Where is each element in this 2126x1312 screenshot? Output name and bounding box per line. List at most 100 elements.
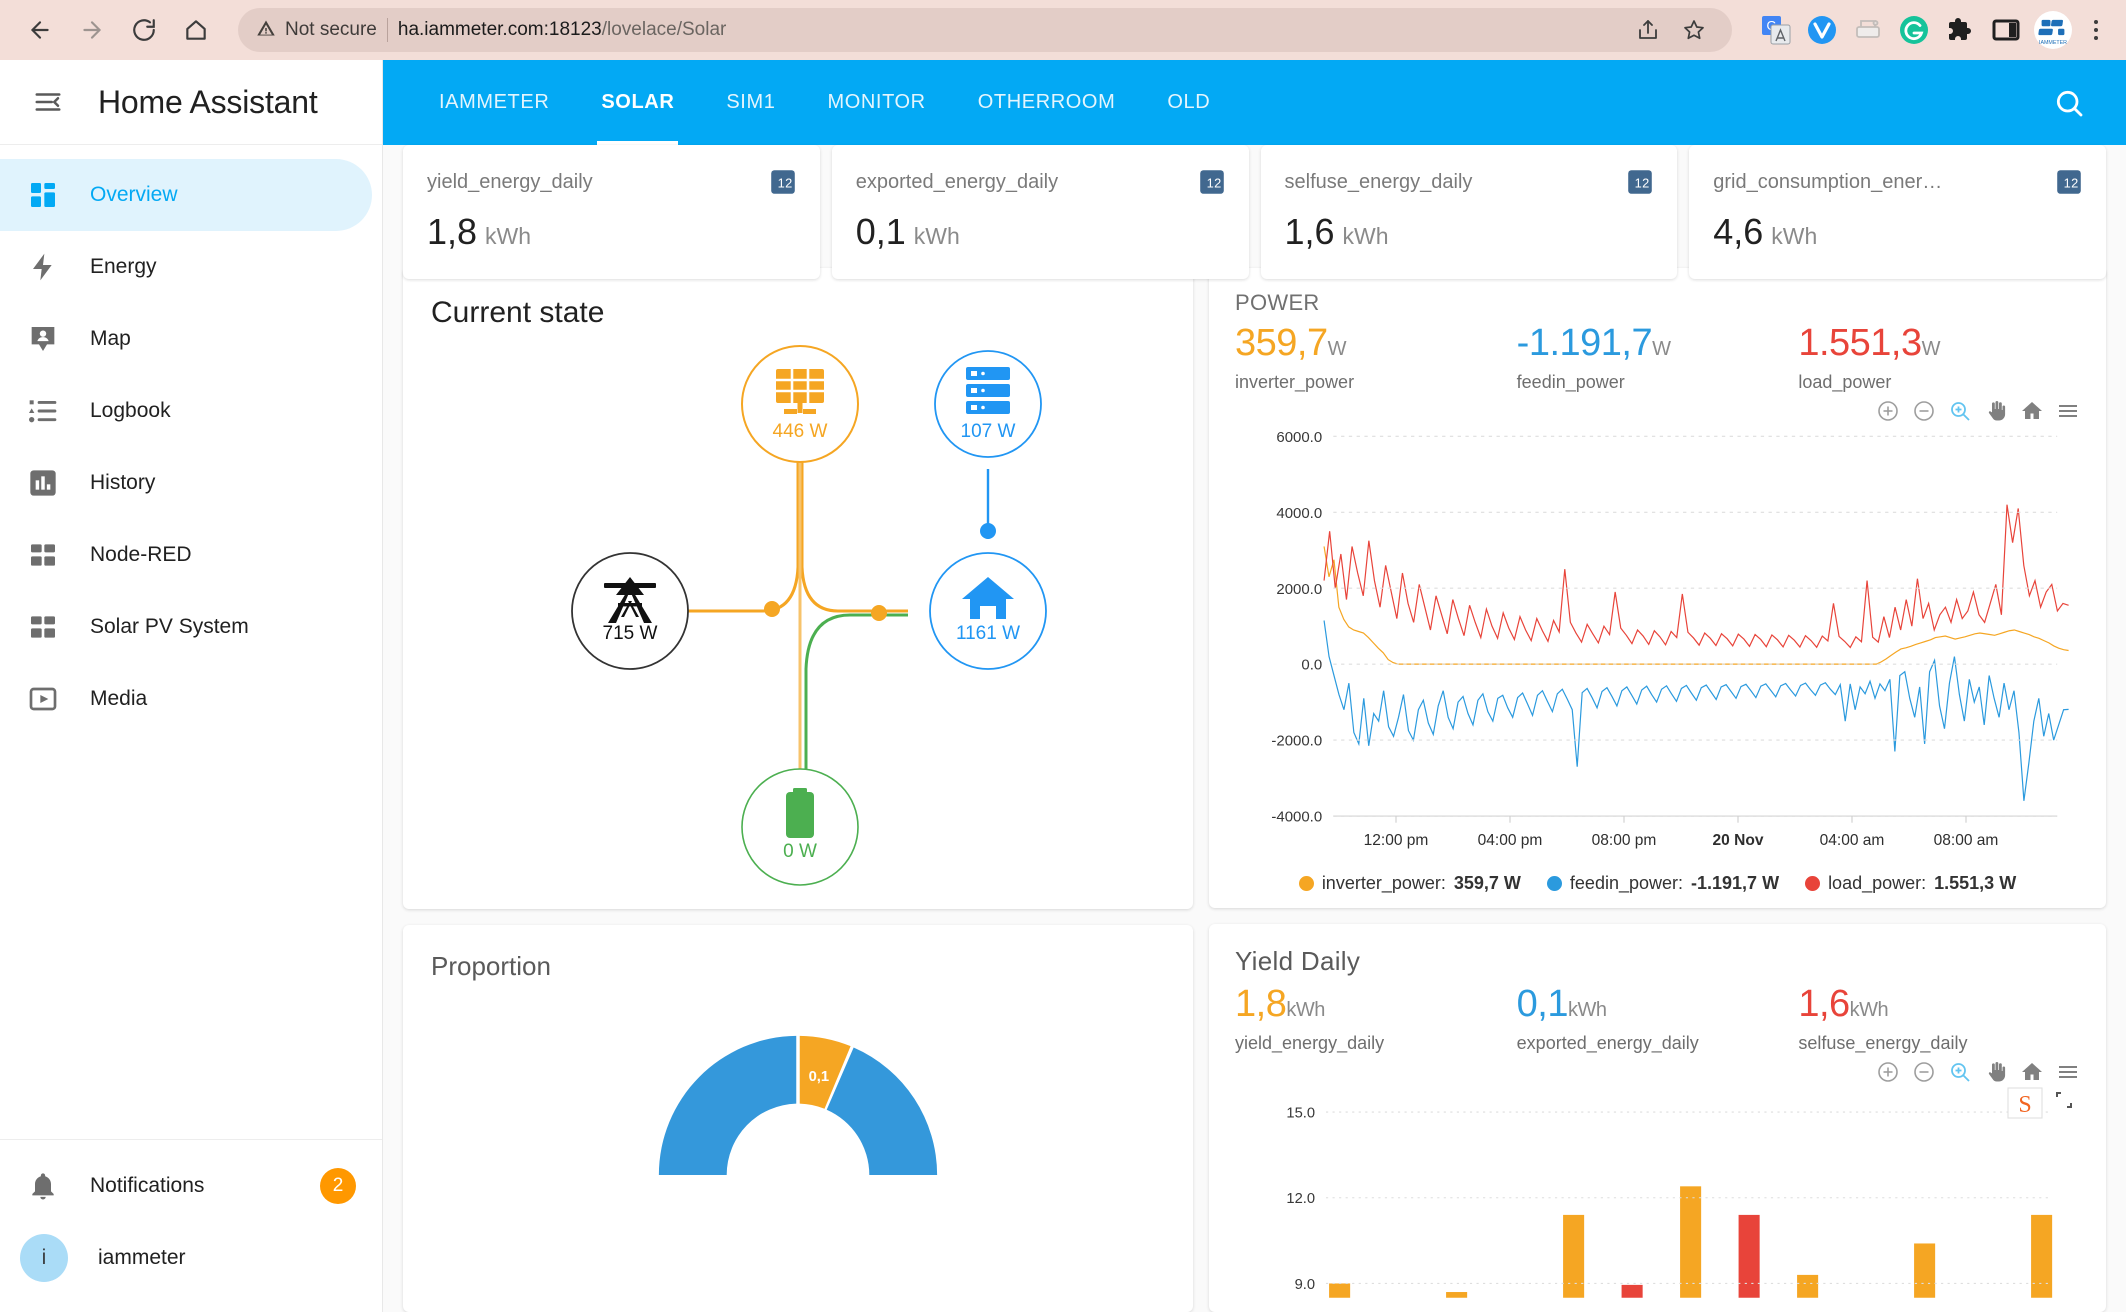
stat-card-value: 4,6 xyxy=(1713,211,1764,252)
map-marker-account-icon xyxy=(26,322,60,356)
power-plot-area[interactable]: 6000.0 4000.0 2000.0 0.0 -2000.0 -4000.0 12:00… xyxy=(1235,423,2080,867)
tab-monitor[interactable]: MONITOR xyxy=(801,60,951,145)
share-icon[interactable] xyxy=(1628,10,1668,50)
tab-old[interactable]: OLD xyxy=(1141,60,1236,145)
legend-dot xyxy=(1546,876,1562,891)
energy-flow-diagram: 446 W 107 W 715 W 1161 W 0 W xyxy=(431,336,1165,901)
sidebar-item-node-red[interactable]: Node-RED xyxy=(0,519,372,591)
flow-node-battery[interactable]: 0 W xyxy=(741,767,859,886)
stat-card-unit: kWh xyxy=(1771,223,1818,249)
flow-node-home[interactable]: 1161 W xyxy=(929,551,1047,670)
sogou-snapshot-icon[interactable]: S xyxy=(2006,1084,2048,1126)
vimium-icon[interactable] xyxy=(1804,12,1840,48)
yield-stat-unit: kWh xyxy=(1568,999,1607,1021)
yield-stat-value: 0,1 xyxy=(1516,983,1569,1025)
sidebar-collapse-icon[interactable] xyxy=(28,82,68,122)
legend-item-load[interactable]: load_power: 1.551,3 W xyxy=(1805,873,2016,894)
sidebar-item-map[interactable]: Map xyxy=(0,303,372,375)
legend-item-feedin[interactable]: feedin_power: -1.191,7 W xyxy=(1546,873,1780,894)
yield-plot-area[interactable]: 15.0 12.0 9.0 S xyxy=(1235,1084,2080,1302)
reset-home-icon[interactable] xyxy=(2020,399,2044,423)
tab-sim1[interactable]: SIM1 xyxy=(700,60,801,145)
url-host: ha.iammeter.com:18123 xyxy=(397,19,602,40)
tab-otherroom[interactable]: OTHERROOM xyxy=(952,60,1142,145)
power-stat-unit: W xyxy=(1327,338,1347,360)
browser-menu-icon[interactable] xyxy=(2082,20,2110,40)
reset-home-icon[interactable] xyxy=(2020,1060,2044,1084)
donut-slice-label: 0,1 xyxy=(809,1069,830,1085)
sidebar-item-user[interactable]: i iammeter xyxy=(0,1222,382,1294)
view-dashboard-icon xyxy=(26,178,60,212)
sidebar-item-solar-pv-system[interactable]: Solar PV System xyxy=(0,591,372,663)
zoom-in-icon[interactable] xyxy=(1876,399,1900,423)
flow-node-server-value: 107 W xyxy=(961,421,1016,442)
extensions-puzzle-icon[interactable] xyxy=(1942,12,1978,48)
flow-node-server[interactable]: 107 W xyxy=(934,349,1042,458)
zoom-in-icon[interactable] xyxy=(1876,1060,1900,1084)
tab-solar[interactable]: SOLAR xyxy=(575,60,700,145)
sidebar-item-label: History xyxy=(90,471,156,494)
google-translate-icon[interactable]: G xyxy=(1758,12,1794,48)
stat-card-name: yield_energy_daily xyxy=(427,170,593,193)
tab-iammeter[interactable]: IAMMETER xyxy=(413,60,575,145)
stat-card-unit: kWh xyxy=(913,223,960,249)
stat-card-exported-energy-daily[interactable]: exported_energy_daily 12 0,1 kWh xyxy=(831,145,1249,279)
legend-label: load_power: xyxy=(1828,873,1927,893)
flow-node-solar[interactable]: 446 W xyxy=(741,344,859,463)
side-panel-icon[interactable] xyxy=(1988,12,2024,48)
stat-card-yield-energy-daily[interactable]: yield_energy_daily 12 1,8 kWh xyxy=(403,145,820,279)
sidebar-item-logbook[interactable]: Logbook xyxy=(0,375,372,447)
zoom-out-icon[interactable] xyxy=(1912,399,1936,423)
selection-zoom-icon[interactable] xyxy=(1948,399,1972,423)
pan-hand-icon[interactable] xyxy=(1984,1060,2008,1084)
menu-icon[interactable] xyxy=(2056,1060,2080,1084)
yield-stat-unit: kWh xyxy=(1286,999,1325,1021)
sidebar-footer: Notifications 2 i iammeter xyxy=(0,1139,382,1312)
sidebar-item-overview[interactable]: Overview xyxy=(0,159,372,231)
stat-card-selfuse-energy-daily[interactable]: selfuse_energy_daily 12 1,6 kWh xyxy=(1260,145,1678,279)
zoom-out-icon[interactable] xyxy=(1912,1060,1936,1084)
svg-text:1: 1 xyxy=(1635,175,1642,190)
back-icon[interactable] xyxy=(16,6,64,54)
stat-card-name: exported_energy_daily xyxy=(855,170,1059,193)
svg-text:1: 1 xyxy=(777,175,784,190)
profile-avatar-icon[interactable]: IAMMETER xyxy=(2034,11,2072,49)
stat-card-grid-consumption-energy[interactable]: grid_consumption_ener… 12 4,6 kWh xyxy=(1689,145,2106,279)
menu-icon[interactable] xyxy=(2056,399,2080,423)
selection-zoom-icon[interactable] xyxy=(1948,1060,1972,1084)
pan-hand-icon[interactable] xyxy=(1984,399,2008,423)
sidebar-item-energy[interactable]: Energy xyxy=(0,231,372,303)
svg-text:20 Nov: 20 Nov xyxy=(1713,832,1764,849)
yield-stat-name: exported_energy_daily xyxy=(1516,1032,1699,1053)
stat-card-value: 1,6 xyxy=(1284,211,1335,252)
stat-card-unit: kWh xyxy=(1342,223,1389,249)
warning-icon xyxy=(256,18,276,43)
bookmark-star-icon[interactable] xyxy=(1674,10,1714,50)
reload-icon[interactable] xyxy=(120,6,168,54)
svg-text:1: 1 xyxy=(1206,175,1213,190)
stat-cards-row: yield_energy_daily 12 1,8 kWh exported_en… xyxy=(403,145,2106,279)
flow-node-solar-value: 446 W xyxy=(773,421,828,442)
security-status[interactable]: Not secure xyxy=(256,18,377,43)
grammarly-icon[interactable] xyxy=(1896,12,1932,48)
avatar: i xyxy=(20,1234,68,1282)
forward-icon[interactable] xyxy=(68,6,116,54)
legend-value: -1.191,7 W xyxy=(1691,873,1780,893)
home-icon[interactable] xyxy=(172,6,220,54)
expand-icon[interactable] xyxy=(2054,1090,2074,1110)
donut-slice-blue-right[interactable] xyxy=(826,1047,938,1175)
format-list-icon xyxy=(26,394,60,428)
search-icon[interactable] xyxy=(2042,76,2096,130)
yield-stat-exported: 0,1kWh exported_energy_daily xyxy=(1516,983,1799,1054)
sidebar-item-history[interactable]: History xyxy=(0,447,372,519)
sidebar-item-media[interactable]: Media xyxy=(0,663,372,735)
snapshot-badge[interactable]: S xyxy=(2006,1084,2074,1126)
flow-node-grid[interactable]: 715 W xyxy=(571,551,689,670)
print-icon[interactable] xyxy=(1850,12,1886,48)
legend-item-inverter[interactable]: inverter_power: 359,7 W xyxy=(1298,873,1521,894)
sidebar-item-notifications[interactable]: Notifications 2 xyxy=(0,1150,382,1222)
address-bar[interactable]: Not secure ha.iammeter.com:18123/lovelac… xyxy=(238,8,1732,52)
power-chart-axes: 6000.0 4000.0 2000.0 0.0 -2000.0 -4000.0 12:00… xyxy=(1271,429,2058,849)
stat-card-value: 0,1 xyxy=(855,211,906,252)
donut-slice-blue-left[interactable] xyxy=(658,1035,797,1175)
